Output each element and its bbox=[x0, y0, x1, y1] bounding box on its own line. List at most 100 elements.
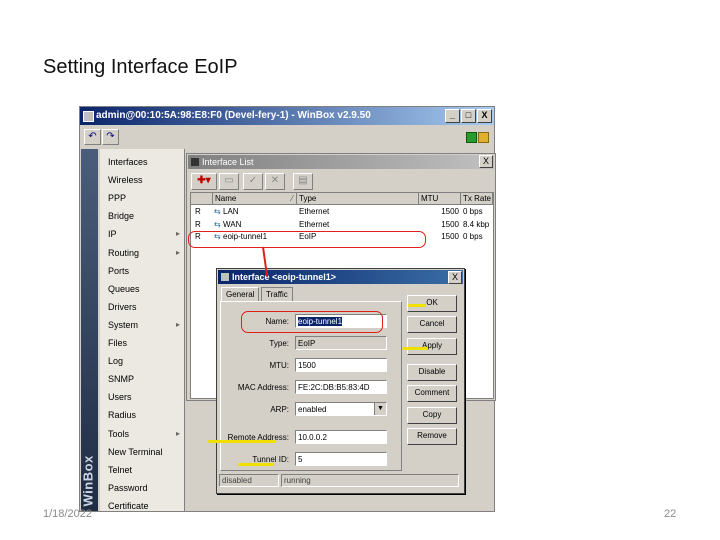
table-row[interactable]: Reoip-tunnel1 EoIP 1500 0 bps ⇆ bbox=[191, 231, 493, 243]
apply-button[interactable]: Apply bbox=[407, 338, 457, 355]
cell-flag: R bbox=[195, 232, 201, 241]
sidebar-item-ppp[interactable]: PPP bbox=[100, 189, 184, 207]
submenu-arrow-icon: ▸ bbox=[175, 247, 180, 257]
mtu-field[interactable]: 1500 bbox=[295, 358, 387, 372]
winbox-side-strip: WinBox bbox=[81, 149, 98, 511]
sidebar-item-label: Certificate bbox=[108, 500, 149, 511]
remove-button[interactable]: Remove bbox=[407, 428, 457, 445]
arp-select[interactable]: enabled ▼ bbox=[295, 402, 387, 416]
tab-general[interactable]: General bbox=[221, 287, 260, 302]
status-disabled: disabled bbox=[219, 474, 279, 487]
sidebar-item-ports[interactable]: Ports bbox=[100, 262, 184, 280]
cell-name: eoip-tunnel1 bbox=[223, 232, 268, 241]
cell-type: Ethernet bbox=[299, 219, 330, 229]
sidebar-item-label: Log bbox=[108, 356, 124, 367]
interface-list-titlebar[interactable]: Interface List bbox=[188, 155, 494, 169]
cancel-button[interactable]: Cancel bbox=[407, 316, 457, 333]
disable-icon[interactable]: ✕ bbox=[265, 173, 285, 190]
sidebar-item-label: Ports bbox=[108, 265, 130, 276]
sidebar-item-label: New Terminal bbox=[108, 446, 163, 457]
sidebar-item-interfaces[interactable]: Interfaces bbox=[100, 153, 184, 171]
redo-icon[interactable]: ↷ bbox=[102, 129, 119, 145]
cell-tx: 8.4 kbp bbox=[463, 219, 490, 229]
sidebar-item-label: Telnet bbox=[108, 464, 133, 475]
undo-icon[interactable]: ↶ bbox=[84, 129, 101, 145]
page-number: 22 bbox=[664, 508, 677, 520]
sidebar-item-snmp[interactable]: SNMP bbox=[100, 370, 184, 388]
sidebar-item-telnet[interactable]: Telnet bbox=[100, 461, 184, 479]
disable-button[interactable]: Disable bbox=[407, 364, 457, 381]
name-label: Name: bbox=[265, 317, 289, 326]
cell-flag: R bbox=[195, 207, 201, 216]
sidebar-item-users[interactable]: Users bbox=[100, 388, 184, 406]
column-header-tx-rate[interactable]: Tx Rate bbox=[461, 193, 493, 205]
sidebar-item-new-terminal[interactable]: New Terminal bbox=[100, 443, 184, 461]
main-menu: Interfaces Wireless PPP Bridge IP ▸ Routing ▸ Po… bbox=[100, 149, 185, 511]
tab-traffic[interactable]: Traffic bbox=[261, 287, 293, 301]
column-header-type[interactable]: Type bbox=[297, 193, 419, 205]
winbox-toolbar: ↶ ↷ bbox=[82, 127, 492, 147]
tunnel-id-label: Tunnel ID: bbox=[252, 455, 289, 464]
winbox-title-text: admin@00:10:5A:98:E8:F0 (Devel-fery-1) -… bbox=[96, 110, 371, 121]
sidebar-item-label: IP bbox=[108, 229, 117, 240]
status-running: running bbox=[281, 474, 459, 487]
cell-mtu: 1500 bbox=[441, 207, 459, 216]
sidebar-item-files[interactable]: Files bbox=[100, 334, 184, 352]
comment-icon[interactable]: ▤ bbox=[293, 173, 313, 190]
interface-dialog-close-button[interactable]: X bbox=[448, 271, 462, 284]
sidebar-item-label: Queues bbox=[108, 283, 140, 294]
add-icon[interactable]: ✚▾ bbox=[191, 173, 217, 190]
close-button[interactable]: X bbox=[477, 109, 492, 123]
maximize-button[interactable]: □ bbox=[461, 109, 476, 123]
interface-icon: ⇆ bbox=[214, 232, 221, 241]
cell-flag: R bbox=[195, 219, 201, 229]
sidebar-item-certificate[interactable]: Certificate bbox=[100, 497, 184, 515]
column-header-mtu[interactable]: MTU bbox=[419, 193, 461, 205]
submenu-arrow-icon: ▸ bbox=[175, 229, 180, 239]
table-row[interactable]: R WAN Ethernet 1500 8.4 kbp ⇆ bbox=[191, 219, 493, 231]
comment-button[interactable]: Comment bbox=[407, 385, 457, 402]
submenu-arrow-icon: ▸ bbox=[175, 428, 180, 438]
enable-icon[interactable]: ✓ bbox=[243, 173, 263, 190]
name-field[interactable]: eoip-tunnel1 bbox=[295, 314, 387, 328]
interface-list-close-button[interactable]: X bbox=[479, 155, 493, 168]
ok-button[interactable]: OK bbox=[407, 295, 457, 312]
cell-name: WAN bbox=[223, 219, 242, 229]
sidebar-item-radius[interactable]: Radius bbox=[100, 406, 184, 424]
winbox-side-label: WinBox bbox=[80, 455, 96, 507]
tunnel-id-field[interactable]: 5 bbox=[295, 452, 387, 466]
mtu-label: MTU: bbox=[269, 361, 289, 370]
interface-dialog-titlebar[interactable]: Interface <eoip-tunnel1> bbox=[218, 270, 463, 284]
sidebar-item-system[interactable]: System ▸ bbox=[100, 316, 184, 334]
window-controls: _ □ X bbox=[445, 109, 492, 123]
slide-title: Setting Interface EoIP bbox=[43, 56, 238, 78]
submenu-arrow-icon: ▸ bbox=[175, 319, 180, 329]
cell-type: EoIP bbox=[299, 232, 317, 241]
sidebar-item-drivers[interactable]: Drivers bbox=[100, 298, 184, 316]
status-green-icon bbox=[466, 132, 477, 143]
sidebar-item-log[interactable]: Log bbox=[100, 352, 184, 370]
sidebar-item-label: SNMP bbox=[108, 374, 135, 385]
column-header-name[interactable]: Name ⁄ bbox=[213, 193, 297, 205]
sidebar-item-routing[interactable]: Routing ▸ bbox=[100, 244, 184, 262]
chevron-down-icon[interactable]: ▼ bbox=[374, 403, 386, 415]
sidebar-item-label: PPP bbox=[108, 193, 127, 204]
footer-date: 1/18/2022 bbox=[43, 508, 92, 520]
cell-mtu: 1500 bbox=[441, 219, 459, 229]
cell-tx: 0 bps bbox=[463, 232, 483, 241]
sidebar-item-queues[interactable]: Queues bbox=[100, 280, 184, 298]
winbox-titlebar[interactable]: admin@00:10:5A:98:E8:F0 (Devel-fery-1) -… bbox=[80, 107, 494, 125]
sidebar-item-ip[interactable]: IP ▸ bbox=[100, 225, 184, 243]
sort-arrow-icon: ⁄ bbox=[291, 194, 293, 203]
sidebar-item-password[interactable]: Password bbox=[100, 479, 184, 497]
copy-button[interactable]: Copy bbox=[407, 407, 457, 424]
mac-address-field[interactable]: FE:2C:DB:B5:83:4D bbox=[295, 380, 387, 394]
sidebar-item-bridge[interactable]: Bridge bbox=[100, 207, 184, 225]
remove-icon[interactable]: ▭ bbox=[219, 173, 239, 190]
minimize-button[interactable]: _ bbox=[445, 109, 460, 123]
sidebar-item-tools[interactable]: Tools ▸ bbox=[100, 425, 184, 443]
sidebar-item-wireless[interactable]: Wireless bbox=[100, 171, 184, 189]
table-row[interactable]: R LAN Ethernet 1500 0 bps ⇆ bbox=[191, 206, 493, 218]
arp-select-value: enabled bbox=[298, 405, 327, 414]
remote-address-field[interactable]: 10.0.0.2 bbox=[295, 430, 387, 444]
